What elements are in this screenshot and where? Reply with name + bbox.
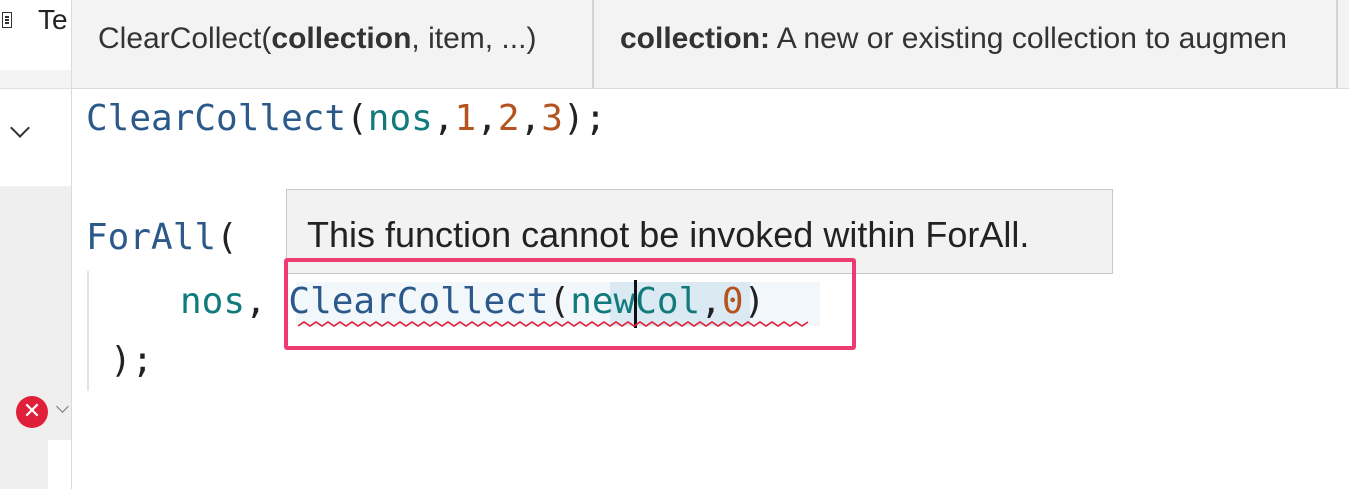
token-number: 1 xyxy=(454,98,477,139)
left-tab[interactable]: Te xyxy=(0,0,71,70)
signature-function: ClearCollect( xyxy=(98,22,272,55)
token-punc: , xyxy=(476,98,498,139)
token-punc: ); xyxy=(110,340,154,381)
x-icon: ✕ xyxy=(22,399,42,424)
token-punc: ( xyxy=(216,217,238,258)
parameter-description: collection: A new or existing collection… xyxy=(620,22,1287,56)
code-line-1: ClearCollect(nos,1,2,3); xyxy=(86,97,606,141)
error-highlight-box xyxy=(284,258,856,350)
token-identifier: nos xyxy=(367,98,433,139)
code-line-4: ); xyxy=(110,339,153,383)
signature-divider xyxy=(1336,0,1338,88)
error-icon[interactable]: ✕ xyxy=(16,396,48,428)
formula-editor[interactable]: ClearCollect(nos,1,2,3); ForAll( nos, Cl… xyxy=(72,89,1349,489)
left-white-block xyxy=(48,440,71,489)
code-line-2: ForAll( xyxy=(86,216,238,260)
token-number: 2 xyxy=(497,98,520,139)
tooltip-message: This function cannot be invoked within F… xyxy=(307,214,1030,255)
collapse-toggle[interactable] xyxy=(0,88,71,178)
token-number: 3 xyxy=(541,98,563,139)
left-tab-label: Te xyxy=(38,4,68,35)
token-punc: , xyxy=(245,281,267,322)
token-function: ForAll xyxy=(86,217,217,258)
left-panel: Te ✕ xyxy=(0,0,72,489)
signature-active-param: collection xyxy=(271,22,412,55)
signature-text: ClearCollect(collection, item, ...) xyxy=(98,22,536,56)
chevron-down-icon xyxy=(10,118,30,138)
token-identifier: nos xyxy=(180,281,246,322)
token-punc: , xyxy=(432,98,455,139)
signature-help-bar: ClearCollect(collection, item, ...) coll… xyxy=(72,0,1349,89)
token-punc: ); xyxy=(562,98,607,139)
param-desc: A new or existing collection to augmen xyxy=(770,22,1287,55)
token-punc: , xyxy=(519,98,542,139)
signature-rest-params: , item, ...) xyxy=(411,22,537,55)
indent-guide xyxy=(87,271,89,391)
left-gap xyxy=(0,176,71,186)
token-function: ClearCollect xyxy=(86,98,347,139)
param-name: collection: xyxy=(620,22,771,55)
signature-overload[interactable]: ClearCollect(collection, item, ...) xyxy=(72,0,594,88)
token-punc: ( xyxy=(346,98,368,139)
document-icon xyxy=(2,12,12,28)
